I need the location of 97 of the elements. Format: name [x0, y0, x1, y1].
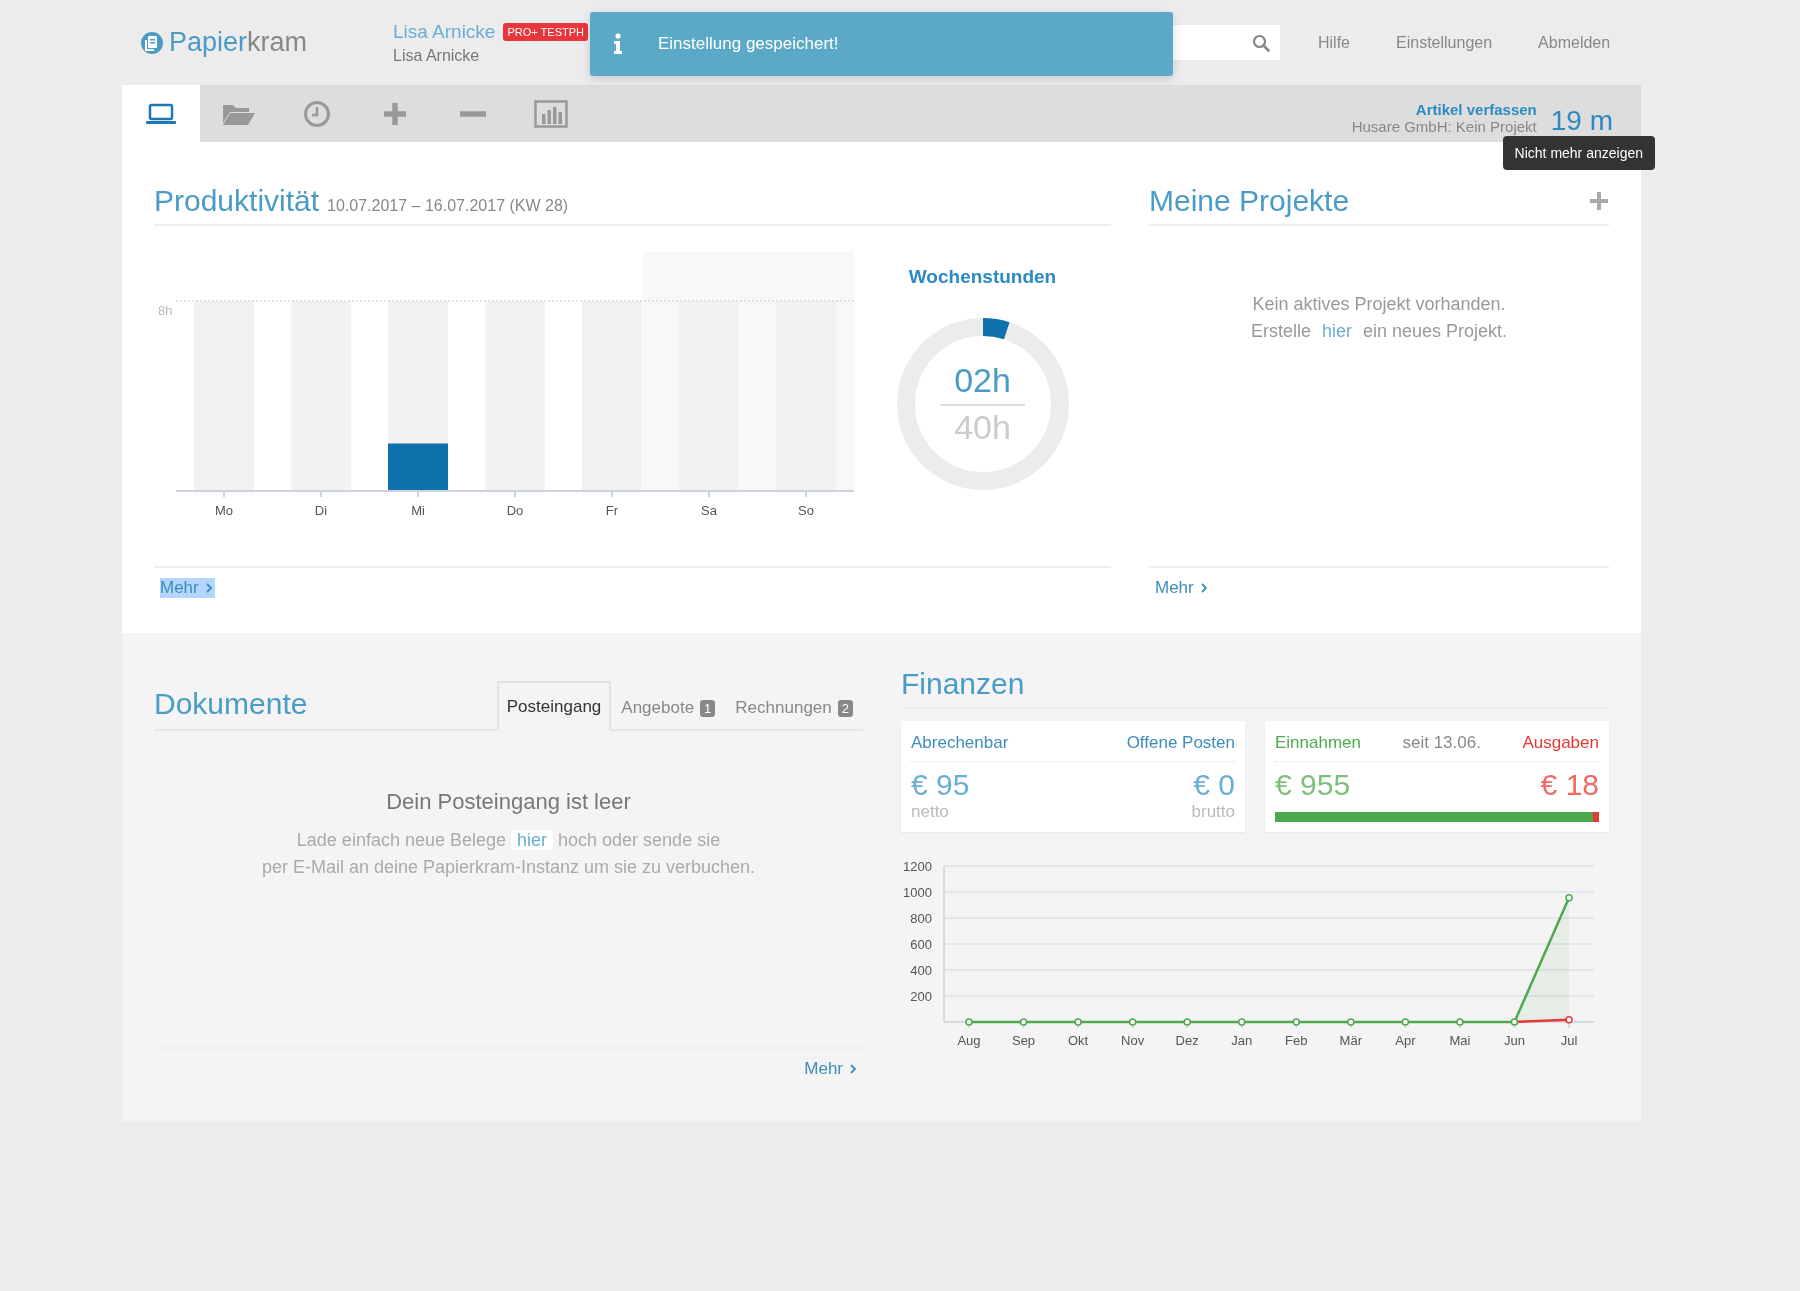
chevron-right-icon: [849, 1063, 857, 1075]
user-name[interactable]: Lisa Arnicke: [393, 20, 496, 43]
card-label: Ausgaben: [1522, 733, 1599, 753]
axis-label: Nov: [1121, 1033, 1145, 1048]
axis-label: Dez: [1175, 1033, 1199, 1048]
axis-label: Fr: [605, 503, 619, 518]
more-link[interactable]: Mehr: [160, 578, 215, 598]
data-point: [1510, 1018, 1519, 1026]
plus-icon[interactable]: [1589, 191, 1609, 211]
chevron-right-icon: [204, 582, 213, 594]
amount: € 955: [1275, 767, 1351, 802]
data-point: [1565, 894, 1573, 902]
document-tab[interactable]: Angebote 1: [611, 681, 726, 731]
toolbar-tab[interactable]: [122, 85, 200, 142]
amount-note: netto: [911, 802, 949, 822]
clock-icon: [303, 99, 331, 128]
bar-chart-icon: [534, 99, 568, 128]
info-icon: [612, 33, 624, 55]
amount-note: brutto: [1191, 802, 1235, 822]
minus-icon: [460, 110, 486, 117]
upload-link[interactable]: hier: [511, 830, 554, 850]
axis-label: Sep: [1012, 1033, 1036, 1048]
count-badge: 1: [700, 699, 716, 717]
document-tab[interactable]: Posteingang: [496, 681, 612, 731]
logo-icon: [140, 30, 164, 55]
more-link[interactable]: Mehr: [804, 1059, 857, 1079]
axis-label: Di: [314, 503, 328, 518]
data-point: [1347, 1018, 1355, 1026]
tooltip[interactable]: Nicht mehr anzeigen: [1502, 136, 1655, 170]
data-point: [1401, 1018, 1410, 1026]
axis-label: Feb: [1285, 1033, 1308, 1048]
empty-title: Dein Posteingang ist leer: [386, 789, 631, 815]
section-title: Finanzen: [901, 667, 1025, 701]
empty-message: Kein aktives Projekt vorhanden.: [1252, 293, 1506, 316]
axis-label: Jun: [1503, 1033, 1525, 1048]
card-label: Abrechenbar: [911, 733, 1009, 753]
amount: € 18: [1540, 767, 1599, 802]
axis-label: Okt: [1067, 1033, 1089, 1048]
create-project-link[interactable]: hier: [1315, 321, 1358, 341]
axis-label: 200: [910, 989, 932, 1004]
more-link[interactable]: Mehr: [1155, 578, 1208, 598]
section-title: Produktivität: [154, 184, 320, 218]
data-point: [1456, 1018, 1464, 1026]
count-badge: 2: [837, 699, 853, 717]
axis-label: 8h: [158, 303, 173, 318]
axis-label: Mo: [214, 503, 234, 518]
laptop-icon: [145, 101, 177, 126]
data-point: [1074, 1018, 1082, 1026]
data-point: [1128, 1018, 1137, 1026]
search-icon[interactable]: [1252, 34, 1270, 52]
empty-message: Erstelle hier ein neues Projekt.: [1250, 320, 1508, 343]
axis-label: 1200: [903, 859, 932, 874]
section-title: Dokumente: [154, 687, 308, 722]
hours-value: 02h: [940, 361, 1025, 406]
period-label: 10.07.2017 – 16.07.2017 (KW 28): [327, 197, 569, 215]
axis-label: 800: [910, 911, 932, 926]
axis-label: Sa: [701, 503, 717, 518]
plus-icon: [382, 100, 408, 127]
header-link[interactable]: Hilfe: [1318, 33, 1350, 52]
axis-label: So: [798, 503, 814, 518]
amount: € 0: [1193, 767, 1235, 802]
axis-label: Jul: [1560, 1033, 1578, 1048]
data-point: [1565, 1015, 1573, 1024]
axis-label: Jan: [1231, 1033, 1253, 1048]
section-title: Meine Projekte: [1149, 184, 1350, 218]
chevron-right-icon: [1199, 582, 1208, 594]
plan-badge: PRO+ TESTPH: [503, 22, 588, 41]
weekly-hours-title: Wochenstunden: [908, 266, 1057, 288]
axis-label: 400: [910, 963, 932, 978]
bar: [388, 443, 448, 491]
data-point: [1292, 1018, 1300, 1026]
header-link[interactable]: Einstellungen: [1396, 33, 1493, 52]
data-point: [1238, 1018, 1246, 1026]
logo[interactable]: Papierkram: [169, 27, 308, 58]
axis-label: Apr: [1395, 1033, 1416, 1048]
toast-message: Einstellung gespeichert!: [658, 34, 839, 54]
data-point: [1019, 1018, 1028, 1026]
axis-label: Do: [506, 503, 524, 518]
amount: € 95: [911, 767, 970, 802]
axis-label: 600: [910, 937, 932, 952]
empty-message: Lade einfach neue Belege hier hoch oder sende sie per E-Mail an deine Papierkram-Instanz um sie zu verbuchen.: [261, 829, 756, 879]
timer-task[interactable]: Artikel verfassen: [1415, 100, 1537, 118]
timer-project: Husare GmbH: Kein Projekt: [1351, 117, 1537, 135]
data-point: [965, 1018, 973, 1026]
document-tab[interactable]: Rechnungen 2: [725, 681, 863, 731]
card-label: Einnahmen: [1275, 733, 1361, 753]
data-point: [1183, 1018, 1191, 1026]
axis-label: Aug: [957, 1033, 981, 1048]
axis-label: Mi: [411, 503, 425, 518]
axis-label: 1000: [903, 885, 932, 900]
axis-label: Mär: [1339, 1033, 1362, 1048]
period-label: seit 13.06.: [1402, 733, 1481, 753]
axis-label: Mai: [1449, 1033, 1471, 1048]
timer-elapsed: 19 m: [1550, 103, 1613, 137]
header-link[interactable]: Abmelden: [1538, 33, 1611, 52]
card-label: Offene Posten: [1126, 733, 1235, 753]
user-subtitle: Lisa Arnicke: [393, 46, 481, 65]
